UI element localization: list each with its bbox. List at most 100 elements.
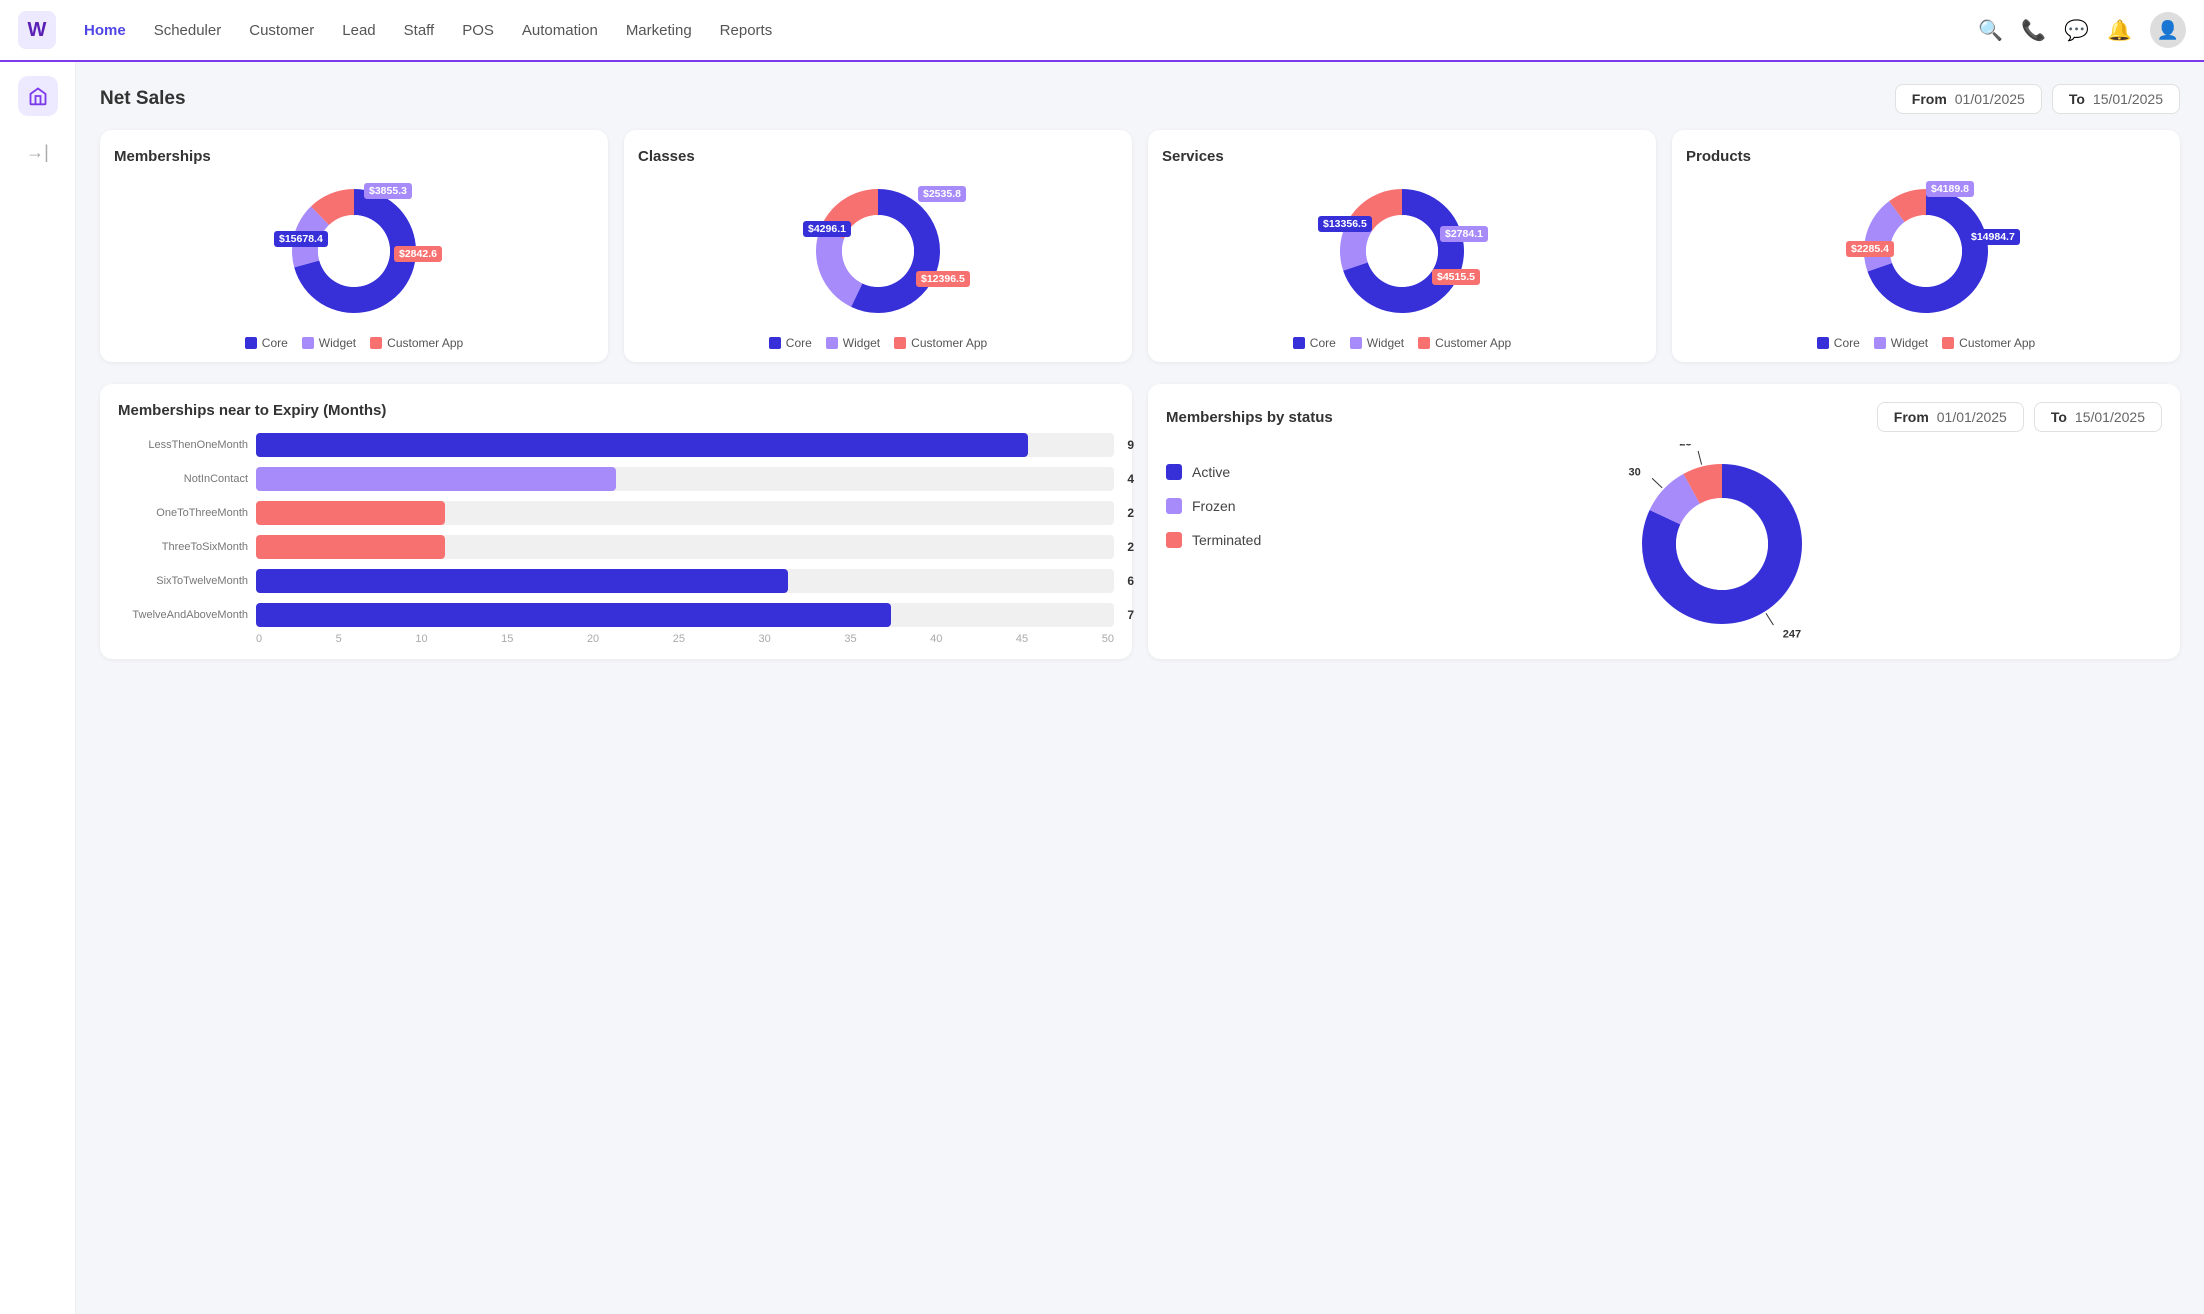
chart-title: Services — [1162, 148, 1642, 165]
nav-staff[interactable]: Staff — [404, 22, 435, 39]
chart-card-2: Services $13356.5$2784.1$4515.5 Core Wid… — [1148, 130, 1656, 362]
legend-widget: Widget — [1874, 336, 1928, 350]
status-legend-item: Active — [1166, 464, 1261, 480]
nav-pos[interactable]: POS — [462, 22, 494, 39]
customer-app-label: Customer App — [911, 336, 987, 350]
sidebar: →| — [0, 62, 76, 1314]
expiry-title: Memberships near to Expiry (Months) — [118, 402, 1114, 419]
widget-dot — [826, 337, 838, 349]
status-to-box[interactable]: To 15/01/2025 — [2034, 402, 2162, 432]
chart-card-1: Classes $4296.1$2535.8$12396.5 Core Widg… — [624, 130, 1132, 362]
status-donut: 2473023 — [1622, 444, 1822, 644]
status-dot — [1166, 498, 1182, 514]
bar-row: NotInContact 4 — [118, 467, 1114, 491]
widget-label: Widget — [1891, 336, 1928, 350]
phone-icon[interactable]: 📞 — [2021, 18, 2046, 43]
status-to-date: 15/01/2025 — [2075, 409, 2145, 425]
bar-track: 7 — [256, 603, 1114, 627]
charts-row: Memberships $15678.4$3855.3$2842.6 Core … — [100, 130, 2180, 362]
widget-label: Widget — [319, 336, 356, 350]
axis-label: 10 — [415, 633, 427, 645]
status-label: Active — [1192, 464, 1230, 480]
core-dot — [769, 337, 781, 349]
axis-label: 30 — [759, 633, 771, 645]
legend-widget: Widget — [302, 336, 356, 350]
bar-value: 7 — [1127, 608, 1134, 622]
nav-marketing[interactable]: Marketing — [626, 22, 692, 39]
logo: W — [18, 11, 56, 49]
donut-wrap: $13356.5$2784.1$4515.5 — [1332, 181, 1472, 321]
bar-row: SixToTwelveMonth 6 — [118, 569, 1114, 593]
bar-value: 2 — [1127, 506, 1134, 520]
bar-fill — [256, 569, 788, 593]
axis-label: 45 — [1016, 633, 1028, 645]
search-icon[interactable]: 🔍 — [1978, 18, 2003, 43]
donut-container: $15678.4$3855.3$2842.6 — [114, 173, 594, 328]
nav-home[interactable]: Home — [84, 22, 126, 39]
bar-label: TwelveAndAboveMonth — [118, 609, 248, 621]
bottom-row: Memberships near to Expiry (Months) Less… — [100, 384, 2180, 659]
expiry-card: Memberships near to Expiry (Months) Less… — [100, 384, 1132, 659]
bar-label: LessThenOneMonth — [118, 439, 248, 451]
status-label: Frozen — [1192, 498, 1236, 514]
net-sales-to-box[interactable]: To 15/01/2025 — [2052, 84, 2180, 114]
status-date-range: From 01/01/2025 To 15/01/2025 — [1877, 402, 2162, 432]
bar-fill — [256, 603, 891, 627]
whatsapp-icon[interactable]: 💬 — [2064, 18, 2089, 43]
legend-core: Core — [769, 336, 812, 350]
bar-value: 2 — [1127, 540, 1134, 554]
nav-lead[interactable]: Lead — [342, 22, 375, 39]
sidebar-home-icon[interactable] — [18, 76, 58, 116]
from-date: 01/01/2025 — [1955, 91, 2025, 107]
chart-card-0: Memberships $15678.4$3855.3$2842.6 Core … — [100, 130, 608, 362]
axis-label: 50 — [1102, 633, 1114, 645]
core-dot — [1817, 337, 1829, 349]
from-label: From — [1912, 91, 1947, 107]
customer-app-label: Customer App — [1959, 336, 2035, 350]
status-from-date: 01/01/2025 — [1937, 409, 2007, 425]
core-label: Core — [1310, 336, 1336, 350]
bar-track: 6 — [256, 569, 1114, 593]
bar-value: 6 — [1127, 574, 1134, 588]
net-sales-header: Net Sales From 01/01/2025 To 15/01/2025 — [100, 84, 2180, 114]
status-from-box[interactable]: From 01/01/2025 — [1877, 402, 2024, 432]
bell-icon[interactable]: 🔔 — [2107, 18, 2132, 43]
status-title: Memberships by status — [1166, 409, 1867, 426]
status-dot — [1166, 532, 1182, 548]
avatar[interactable]: 👤 — [2150, 12, 2186, 48]
nav-customer[interactable]: Customer — [249, 22, 314, 39]
nav-reports[interactable]: Reports — [720, 22, 773, 39]
customer-app-dot — [370, 337, 382, 349]
status-content: Active Frozen Terminated 2473023 — [1166, 444, 2162, 644]
axis-label: 0 — [256, 633, 262, 645]
bar-label: ThreeToSixMonth — [118, 541, 248, 553]
core-label: Core — [262, 336, 288, 350]
nav-scheduler[interactable]: Scheduler — [154, 22, 222, 39]
status-legend-item: Frozen — [1166, 498, 1261, 514]
navbar: W Home Scheduler Customer Lead Staff POS… — [0, 0, 2204, 62]
customer-app-label: Customer App — [1435, 336, 1511, 350]
bar-value: 9 — [1127, 438, 1134, 452]
bar-row: LessThenOneMonth 9 — [118, 433, 1114, 457]
customer-app-dot — [1418, 337, 1430, 349]
customer-app-label: Customer App — [387, 336, 463, 350]
widget-label: Widget — [1367, 336, 1404, 350]
status-label: Terminated — [1192, 532, 1261, 548]
status-dot — [1166, 464, 1182, 480]
status-donut-label: 247 — [1782, 628, 1800, 640]
legend: Core Widget Customer App — [114, 336, 594, 350]
legend: Core Widget Customer App — [1686, 336, 2166, 350]
widget-dot — [1350, 337, 1362, 349]
bar-chart: LessThenOneMonth 9 NotInContact 4 OneToT… — [118, 433, 1114, 627]
axis-label: 25 — [673, 633, 685, 645]
bar-track: 2 — [256, 501, 1114, 525]
main-content: Net Sales From 01/01/2025 To 15/01/2025 … — [76, 62, 2204, 1314]
widget-label: Widget — [843, 336, 880, 350]
net-sales-from-box[interactable]: From 01/01/2025 — [1895, 84, 2042, 114]
sidebar-toggle[interactable]: →| — [26, 142, 49, 163]
bar-fill — [256, 467, 616, 491]
widget-dot — [302, 337, 314, 349]
legend-core: Core — [1817, 336, 1860, 350]
bar-value: 4 — [1127, 472, 1134, 486]
nav-automation[interactable]: Automation — [522, 22, 598, 39]
